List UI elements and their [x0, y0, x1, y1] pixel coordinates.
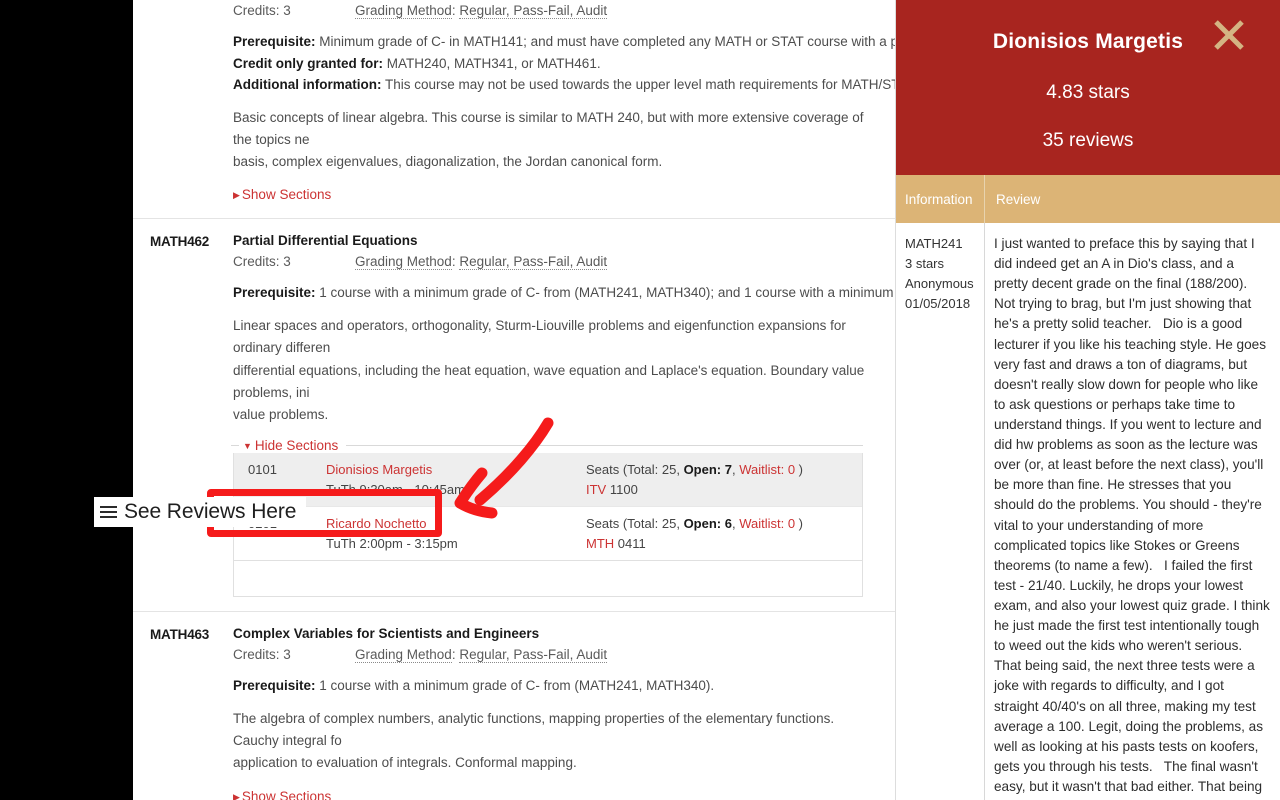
grading-method-label[interactable]: Grading Method [355, 3, 452, 19]
tab-review-label: Review [996, 191, 1041, 207]
building-code[interactable]: MTH [586, 536, 614, 551]
section-room: ITV 1100 [586, 482, 862, 497]
course-description: Basic concepts of linear algebra. This c… [233, 109, 864, 170]
review-panel-header: Dionisios Margetis 4.83 stars 35 reviews [896, 0, 1280, 175]
caret-right-icon: ▶ [233, 190, 240, 201]
seats-info: Seats (Total: 25, Open: 6, Waitlist: 0 ) [586, 516, 862, 531]
left-black-gutter [0, 0, 133, 800]
course-code: MATH463 [150, 627, 210, 643]
requirement-label: Credit only granted for: [233, 55, 384, 71]
requirement-line: Prerequisite: Minimum grade of C- in MAT… [233, 32, 895, 52]
review-course: MATH241 [905, 236, 963, 251]
hamburger-icon [100, 503, 117, 521]
requirement-line: Additional information: This course may … [233, 75, 895, 95]
course-code: MATH461 [150, 0, 233, 204]
review-panel-body: MATH241 3 stars Anonymous 01/05/2018 I j… [896, 223, 1280, 800]
course-block: MATH463 Complex Variables for Scientists… [133, 612, 895, 800]
close-icon[interactable] [1210, 16, 1248, 54]
professor-review-count: 35 reviews [1042, 130, 1134, 151]
seats-waitlist: Waitlist: 0 [739, 462, 796, 478]
tab-review[interactable]: Review [985, 175, 1280, 223]
sections-footer [233, 561, 863, 598]
hide-sections-toggle[interactable]: ▼ Hide Sections [231, 438, 863, 453]
seats-suffix: ) [795, 516, 804, 532]
requirement-text: MATH240, MATH341, or MATH461. [383, 55, 601, 71]
requirement-line: Prerequisite: 1 course with a minimum gr… [233, 676, 879, 696]
requirement-label: Prerequisite: [233, 678, 316, 694]
requirement-text: 1 course with a minimum grade of C- from… [315, 285, 896, 301]
course-block: MATH462 Partial Differential Equations C… [133, 219, 895, 613]
review-author: Anonymous [905, 276, 974, 292]
review-meta-column: MATH241 3 stars Anonymous 01/05/2018 [896, 223, 985, 800]
seats-prefix: Seats (Total: 25, [586, 516, 684, 532]
seats-info: Seats (Total: 25, Open: 7, Waitlist: 0 ) [586, 462, 862, 477]
review-rating: 3 stars [905, 256, 945, 272]
show-sections-toggle[interactable]: ▶ Show Sections [233, 789, 331, 800]
section-time: TuTh 2:00pm - 3:15pm [326, 536, 458, 552]
room-number: 0411 [614, 536, 646, 552]
course-title: Complex Variables for Scientists and Eng… [233, 626, 540, 642]
grading-method-value[interactable]: Regular, Pass-Fail, Audit [459, 647, 608, 664]
course-description: The algebra of complex numbers, analytic… [233, 710, 835, 771]
see-reviews-here-button[interactable]: See Reviews Here [94, 497, 307, 527]
review-panel-tabs: Information Review [896, 175, 1280, 223]
section-room: MTH 0411 [586, 536, 862, 551]
credits-line: Credits: 3 Grading Method: Regular, Pass… [233, 3, 879, 19]
grading-method-label[interactable]: Grading Method [355, 647, 452, 664]
show-sections-toggle[interactable]: ▶ Show Sections [233, 187, 331, 202]
review-panel[interactable]: Dionisios Margetis 4.83 stars 35 reviews… [896, 0, 1280, 800]
requirement-label: Prerequisite: [233, 34, 316, 49]
seats-waitlist: Waitlist: 0 [739, 516, 796, 532]
credits-value: Credits: 3 [233, 254, 291, 270]
requirement-label: Additional information: [233, 77, 382, 93]
rule-left [231, 445, 239, 447]
seats-open: Open: 7 [683, 462, 732, 478]
grading-method-value[interactable]: Regular, Pass-Fail, Audit [459, 254, 608, 271]
show-sections-label: Show Sections [241, 788, 332, 800]
tab-information-label: Information [905, 191, 973, 207]
requirement-line: Credit only granted for: MATH240, MATH34… [233, 54, 879, 74]
seats-suffix: ) [795, 462, 804, 478]
grading-method-value[interactable]: Regular, Pass-Fail, Audit [459, 3, 608, 19]
grading-method-label[interactable]: Grading Method [355, 254, 452, 271]
requirement-text: This course may not be used towards the … [381, 77, 896, 93]
room-number: 1100 [606, 482, 638, 498]
course-title: Partial Differential Equations [233, 233, 418, 249]
course-list-pane[interactable]: MATH461 Linear Algebra for Scientists an… [133, 0, 896, 800]
requirement-line: Prerequisite: 1 course with a minimum gr… [233, 283, 895, 303]
course-block: MATH461 Linear Algebra for Scientists an… [133, 0, 895, 220]
hide-sections-label: Hide Sections [254, 438, 339, 454]
seats-open: Open: 6 [683, 516, 732, 532]
professor-rating: 4.83 stars [1046, 82, 1130, 103]
credits-line: Credits: 3 Grading Method: Regular, Pass… [233, 254, 879, 271]
rule-right [346, 445, 863, 447]
course-description: Linear spaces and operators, orthogonali… [233, 318, 865, 423]
review-date: 01/05/2018 [905, 296, 971, 312]
credits-value: Credits: 3 [233, 647, 291, 663]
building-code[interactable]: ITV [586, 482, 606, 497]
review-text: I just wanted to preface this by saying … [994, 236, 1270, 800]
credits-value: Credits: 3 [233, 3, 291, 18]
caret-down-icon: ▼ [243, 440, 252, 451]
seats-prefix: Seats (Total: 25, [586, 462, 684, 478]
tab-information[interactable]: Information [896, 175, 985, 223]
see-reviews-label: See Reviews Here [124, 500, 297, 523]
instructor-link[interactable]: Dionisios Margetis [326, 462, 586, 477]
course-code: MATH462 [150, 234, 210, 250]
requirement-text: 1 course with a minimum grade of C- from… [315, 678, 715, 694]
caret-right-icon: ▶ [233, 791, 240, 800]
show-sections-label: Show Sections [241, 187, 332, 203]
requirement-label: Prerequisite: [233, 285, 316, 301]
requirement-text: Minimum grade of C- in MATH141; and must… [315, 34, 896, 49]
app-root: MATH461 Linear Algebra for Scientists an… [0, 0, 1280, 800]
credits-line: Credits: 3 Grading Method: Regular, Pass… [233, 647, 879, 664]
